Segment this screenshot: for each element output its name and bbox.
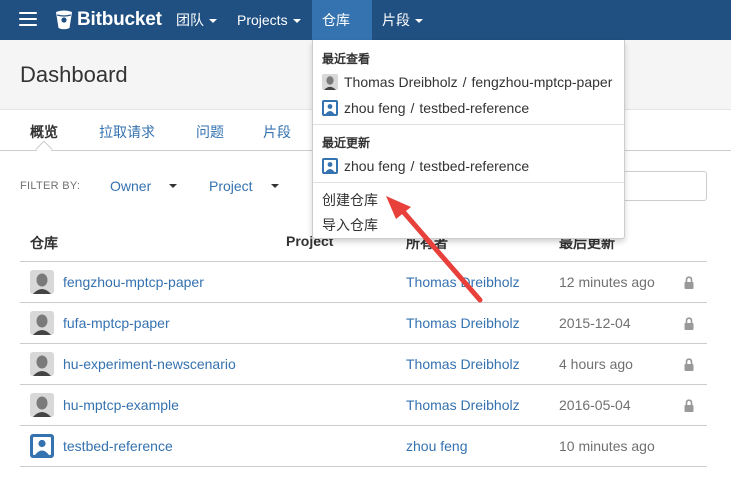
owner-link[interactable]: Thomas Dreibholz [406, 274, 520, 290]
caret-down-icon [292, 19, 301, 24]
photo-avatar[interactable] [30, 311, 54, 335]
table-row: hu-mptcp-example Thomas Dreibholz 2016-0… [20, 384, 707, 425]
owner-link[interactable]: zhou feng [406, 438, 468, 454]
photo-avatar [322, 74, 338, 90]
create-repository-item[interactable]: 创建仓库 [322, 190, 378, 210]
top-navigation-bar: Bitbucket 团队 Projects 仓库 片段 [0, 0, 731, 64]
nav-menu-snippets[interactable]: 片段 [372, 0, 433, 40]
tab-issues[interactable]: 问题 [196, 122, 224, 142]
repository-link[interactable]: fufa-mptcp-paper [63, 315, 170, 331]
recent-updated-item[interactable]: zhou feng / testbed-reference [322, 158, 529, 174]
lock-icon [684, 358, 694, 371]
table-row: hu-experiment-newscenario Thomas Dreibho… [20, 343, 707, 384]
page-title: Dashboard [20, 62, 128, 87]
menu-divider [313, 182, 624, 183]
caret-down-icon [271, 184, 279, 188]
recent-item-owner: zhou feng [344, 100, 406, 116]
lock-icon [684, 317, 694, 330]
repository-link[interactable]: testbed-reference [63, 438, 173, 454]
photo-avatar[interactable] [30, 352, 54, 376]
recent-viewed-item[interactable]: Thomas Dreibholz / fengzhou-mptcp-paper [322, 74, 612, 90]
table-row: testbed-reference zhou feng 10 minutes a… [20, 425, 707, 466]
caret-down-icon [169, 184, 177, 188]
hamburger-menu-icon[interactable] [19, 12, 37, 26]
last-updated-text: 10 minutes ago [559, 438, 655, 454]
table-row: fufa-mptcp-paper Thomas Dreibholz 2015-1… [20, 302, 707, 343]
nav-menu-teams[interactable]: 团队 [166, 0, 227, 40]
tab-overview[interactable]: 概览 [30, 122, 58, 142]
repository-link[interactable]: fengzhou-mptcp-paper [63, 274, 204, 290]
owner-link[interactable]: Thomas Dreibholz [406, 356, 520, 372]
project-filter-select[interactable]: Project [209, 178, 281, 194]
last-updated-text: 2015-12-04 [559, 315, 631, 331]
repositories-dropdown-menu: 最近查看 Thomas Dreibholz / fengzhou-mptcp-pap… [312, 40, 625, 239]
caret-down-icon [415, 19, 423, 24]
recently-viewed-heading: 最近查看 [322, 52, 371, 66]
nav-menu-repositories-label: 仓库 [322, 12, 350, 28]
tab-pull-requests[interactable]: 拉取请求 [99, 122, 155, 142]
tab-snippets[interactable]: 片段 [263, 122, 291, 142]
nav-menu-teams-label: 团队 [176, 12, 204, 28]
nav-menu-repositories[interactable]: 仓库 [312, 0, 372, 64]
owner-filter-select[interactable]: Owner [110, 178, 180, 194]
path-separator: / [410, 158, 415, 174]
table-row: fengzhou-mptcp-paper Thomas Dreibholz 12… [20, 261, 707, 302]
photo-avatar[interactable] [30, 270, 54, 294]
recent-item-repo: fengzhou-mptcp-paper [471, 74, 613, 90]
menu-divider [313, 124, 624, 125]
default-user-avatar [322, 100, 338, 116]
last-updated-text: 12 minutes ago [559, 274, 655, 290]
last-updated-text: 2016-05-04 [559, 397, 631, 413]
recent-item-owner: Thomas Dreibholz [344, 74, 458, 90]
owner-link[interactable]: Thomas Dreibholz [406, 315, 520, 331]
nav-menu-projects-label: Projects [237, 12, 288, 28]
nav-menu-snippets-label: 片段 [382, 12, 410, 28]
recent-item-repo: testbed-reference [419, 100, 530, 116]
repository-link[interactable]: hu-experiment-newscenario [63, 356, 236, 372]
table-bottom-border [20, 466, 707, 467]
project-filter-label: Project [209, 178, 253, 194]
caret-down-icon [209, 19, 217, 24]
owner-link[interactable]: Thomas Dreibholz [406, 397, 520, 413]
repository-link[interactable]: hu-mptcp-example [63, 397, 179, 413]
nav-menu-projects[interactable]: Projects [227, 0, 311, 40]
path-separator: / [410, 100, 415, 116]
recently-updated-heading: 最近更新 [322, 136, 371, 150]
path-separator: / [462, 74, 467, 90]
brand-name: Bitbucket [77, 9, 162, 30]
recent-viewed-item[interactable]: zhou feng / testbed-reference [322, 100, 529, 116]
import-repository-item[interactable]: 导入仓库 [322, 215, 378, 235]
recent-item-repo: testbed-reference [419, 158, 530, 174]
bitbucket-logo[interactable]: Bitbucket [55, 9, 162, 31]
default-user-avatar [322, 158, 338, 174]
photo-avatar[interactable] [30, 393, 54, 417]
column-header-repository[interactable]: 仓库 [30, 233, 58, 253]
owner-filter-label: Owner [110, 178, 152, 194]
last-updated-text: 4 hours ago [559, 356, 633, 372]
filter-by-label: FILTER BY: [20, 180, 81, 192]
bitbucket-bucket-icon [56, 10, 72, 30]
default-user-avatar[interactable] [30, 434, 54, 458]
recent-item-owner: zhou feng [344, 158, 406, 174]
lock-icon [684, 399, 694, 412]
lock-icon [684, 276, 694, 289]
